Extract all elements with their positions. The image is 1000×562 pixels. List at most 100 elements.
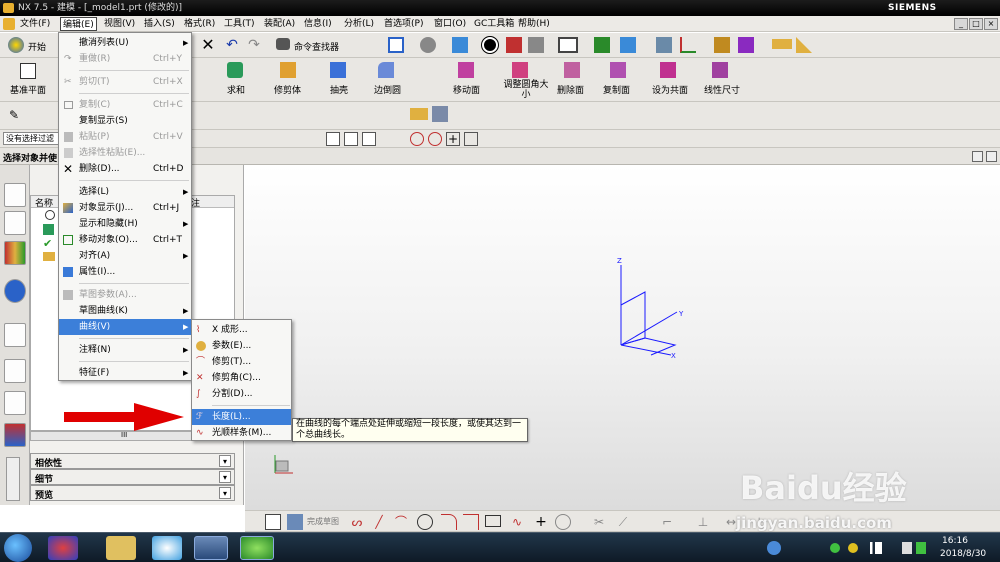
delete-face-icon[interactable] [564, 62, 580, 78]
trim-body-icon[interactable] [280, 62, 296, 78]
make-coplanar-icon[interactable] [660, 62, 676, 78]
move-face-label[interactable]: 移动面 [453, 83, 480, 96]
roles-tab[interactable] [4, 423, 26, 447]
menu-gc-toolkit[interactable]: GC工具箱 [472, 17, 516, 31]
endpoint-icon[interactable] [344, 132, 358, 146]
point-icon[interactable] [410, 108, 428, 120]
menu-item-delete[interactable]: ✕ 删除(D)... Ctrl+D [59, 161, 191, 177]
offset-curve-icon[interactable] [555, 514, 571, 530]
midpoint-icon[interactable] [362, 132, 376, 146]
start-icon[interactable] [8, 37, 24, 53]
background-icon[interactable] [558, 37, 578, 53]
menu-item-undo-list[interactable]: 撤消列表(U) ▶ [59, 35, 191, 51]
menu-item-sketch-params[interactable]: 草图参数(A)... [59, 287, 191, 303]
maximize-view-icon[interactable] [986, 151, 997, 162]
constraint-icon[interactable]: ⊥ [695, 514, 711, 530]
menu-item-copy[interactable]: 复制(C) Ctrl+C [59, 97, 191, 113]
shield-icon[interactable] [916, 542, 926, 554]
menu-view[interactable]: 视图(V) [102, 17, 137, 31]
close-button[interactable]: × [984, 18, 998, 30]
quick-trim-icon[interactable]: ✂ [591, 514, 607, 530]
menu-edit[interactable]: 编辑(E) [60, 17, 97, 31]
chevron-down-icon[interactable]: ▾ [219, 471, 231, 483]
section-preview[interactable]: 预览 ▾ [30, 485, 235, 501]
line-icon[interactable]: ╱ [371, 514, 387, 530]
menu-item-align[interactable]: 对齐(A) ▶ [59, 248, 191, 264]
sketch-frame-icon[interactable] [265, 514, 281, 530]
submenu-item-x-form[interactable]: ⌇ X 成形... [192, 322, 291, 338]
sketch-icon[interactable]: ✎ [6, 108, 22, 124]
menu-item-paste[interactable]: 粘贴(P) Ctrl+V [59, 129, 191, 145]
rectangle-icon[interactable] [485, 515, 501, 527]
quadrant-icon[interactable] [428, 132, 442, 146]
restore-view-icon[interactable] [972, 151, 983, 162]
studio-spline-icon[interactable]: ∿ [509, 514, 525, 530]
datum-plane-label[interactable]: 基准平面 [10, 83, 46, 96]
section-dependencies[interactable]: 相依性 ▾ [30, 453, 235, 469]
circle-icon[interactable] [417, 514, 433, 530]
wcs-icon[interactable] [620, 37, 636, 53]
chamfer-icon[interactable] [463, 514, 479, 530]
clock-time[interactable]: 16:16 [942, 536, 968, 546]
copy-face-icon[interactable] [610, 62, 626, 78]
restore-button[interactable]: □ [969, 18, 983, 30]
sum-label[interactable]: 求和 [227, 83, 245, 96]
menu-item-redo[interactable]: ↷ 重做(R) Ctrl+Y [59, 51, 191, 67]
point-plus-icon[interactable]: + [533, 514, 549, 530]
resource-scroll[interactable] [6, 457, 20, 501]
menu-window[interactable]: 窗口(O) [432, 17, 468, 31]
linear-dim-label[interactable]: 线性尺寸 [704, 83, 740, 96]
col-name-header[interactable]: 名称 [35, 196, 53, 209]
arc-icon[interactable]: ⌒ [393, 514, 409, 530]
layer-icon[interactable] [594, 37, 610, 53]
web-tab[interactable] [4, 323, 26, 347]
menu-item-select[interactable]: 选择(L) ▶ [59, 184, 191, 200]
nx-menu-icon[interactable] [3, 18, 15, 30]
render-style-icon[interactable] [481, 36, 499, 54]
history-icon[interactable] [45, 210, 55, 220]
quick-extend-icon[interactable]: ⟋ [615, 514, 631, 530]
status-tray-icon[interactable] [830, 543, 840, 553]
menu-item-annotation[interactable]: 注释(N) ▶ [59, 342, 191, 358]
make-corner-icon[interactable]: ⌐ [659, 514, 675, 530]
chevron-down-icon[interactable]: ▾ [219, 487, 231, 499]
menu-item-cut[interactable]: ✂ 剪切(T) Ctrl+X [59, 74, 191, 90]
stack-icon[interactable] [656, 37, 672, 53]
make-coplanar-label[interactable]: 设为共面 [652, 83, 688, 96]
shaded-cube-icon[interactable] [452, 37, 468, 53]
help-tray-icon[interactable] [767, 541, 781, 555]
menu-file[interactable]: 文件(F) [18, 17, 52, 31]
fillet-icon[interactable] [441, 514, 457, 530]
sum-icon[interactable] [227, 62, 243, 78]
type-filter-select[interactable]: 没有选择过滤 [3, 132, 61, 145]
chevron-down-icon[interactable]: ▾ [219, 455, 231, 467]
copy-face-label[interactable]: 复制面 [603, 83, 630, 96]
edge-blend-icon[interactable] [378, 62, 394, 78]
circle-center-icon[interactable] [410, 132, 424, 146]
submenu-item-trim-corner[interactable]: ✕ 修剪角(C)... [192, 370, 291, 386]
start-orb-icon[interactable] [4, 534, 32, 562]
close-part-icon[interactable]: ✕ [200, 37, 216, 53]
menu-help[interactable]: 帮助(H) [516, 17, 552, 31]
complete-sketch-icon[interactable] [287, 514, 303, 530]
csys-icon[interactable] [680, 37, 696, 53]
move-face-icon[interactable] [458, 62, 474, 78]
menu-item-show-hide[interactable]: 显示和隐藏(H) ▶ [59, 216, 191, 232]
red-cube-icon[interactable] [506, 37, 522, 53]
fit-view-icon[interactable] [388, 37, 404, 53]
section-details[interactable]: 细节 ▾ [30, 469, 235, 485]
grey-cube-icon[interactable] [528, 37, 544, 53]
complete-sketch-label[interactable]: 完成草图 [307, 516, 339, 527]
constraint-navigator-tab[interactable] [4, 211, 26, 235]
menu-item-paste-special[interactable]: 选择性粘贴(E)... [59, 145, 191, 161]
security-tray-icon[interactable] [848, 543, 858, 553]
menu-preferences[interactable]: 首选项(P) [382, 17, 425, 31]
linear-dim-icon[interactable] [712, 62, 728, 78]
profile-icon[interactable]: ᔕ [349, 514, 365, 530]
menu-item-copy-display[interactable]: 复制显示(S) [59, 113, 191, 129]
part-navigator-tab[interactable] [4, 241, 26, 265]
shell-icon[interactable] [330, 62, 346, 78]
start-button[interactable]: 开始 [28, 40, 46, 53]
snap-icon[interactable] [714, 37, 730, 53]
submenu-item-divide[interactable]: ∫ 分割(D)... [192, 386, 291, 402]
